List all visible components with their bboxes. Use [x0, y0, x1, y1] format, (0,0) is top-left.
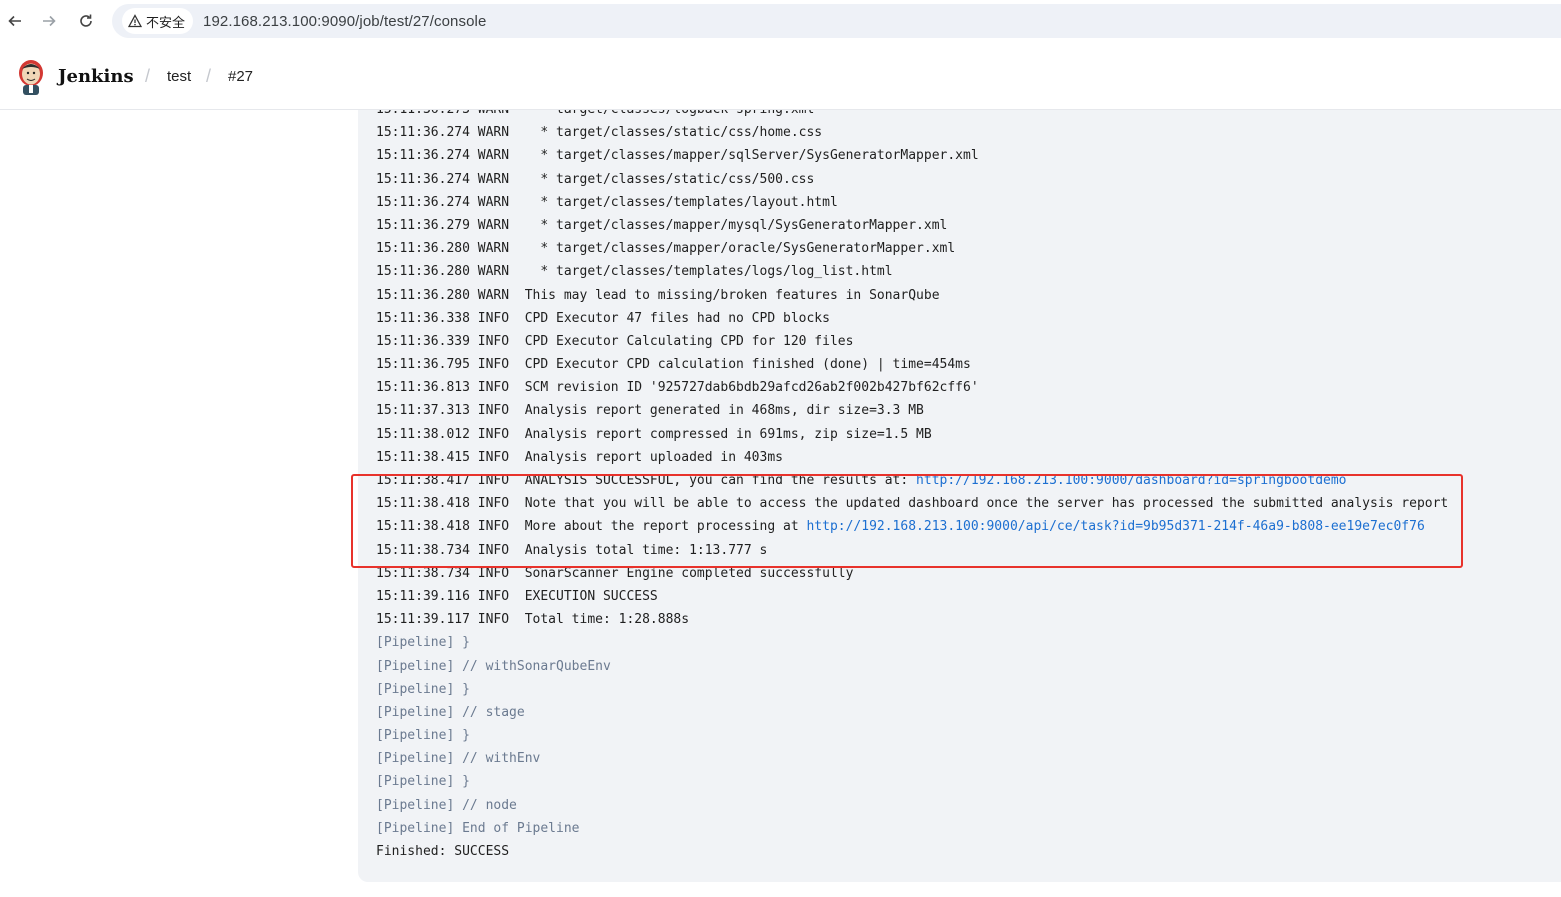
pipeline-line: [Pipeline] // withEnv	[376, 747, 1448, 770]
pipeline-line: [Pipeline] // node	[376, 794, 1448, 817]
pipeline-line: [Pipeline] }	[376, 631, 1448, 654]
log-line: 15:11:36.280 WARN * target/classes/mappe…	[376, 237, 1448, 260]
log-link[interactable]: http://192.168.213.100:9000/dashboard?id…	[916, 473, 1346, 488]
log-text: 15:11:36.279 WARN * target/classes/mappe…	[376, 217, 948, 233]
log-text: 15:11:38.012 INFO Analysis report compre…	[376, 426, 932, 442]
log-text: [Pipeline] // stage	[376, 704, 525, 720]
log-line: 15:11:38.415 INFO Analysis report upload…	[376, 446, 1448, 469]
log-text: 15:11:36.274 WARN * target/classes/templ…	[376, 194, 838, 210]
warning-icon	[128, 14, 142, 28]
log-line: 15:11:39.117 INFO Total time: 1:28.888s	[376, 608, 1448, 631]
log-line: 15:11:36.339 INFO CPD Executor Calculati…	[376, 330, 1448, 353]
log-link[interactable]: http://192.168.213.100:9000/api/ce/task?…	[806, 519, 1424, 534]
log-text: [Pipeline] // withEnv	[376, 751, 541, 767]
breadcrumb-separator: /	[206, 66, 212, 86]
brand-name[interactable]: Jenkins	[58, 66, 134, 87]
back-button[interactable]	[4, 10, 26, 32]
log-text: 15:11:38.418 INFO Note that you will be …	[376, 496, 1449, 512]
pipeline-line: [Pipeline] End of Pipeline	[376, 817, 1448, 840]
log-text: [Pipeline] // node	[376, 797, 517, 813]
log-line: 15:11:36.280 WARN This may lead to missi…	[376, 284, 1448, 307]
log-line: 15:11:36.273 WARN * target/classes/logba…	[376, 110, 1448, 121]
reload-button[interactable]	[75, 10, 97, 32]
log-text: 15:11:38.415 INFO Analysis report upload…	[376, 449, 783, 465]
pipeline-line: [Pipeline] // stage	[376, 701, 1448, 724]
pipeline-line: [Pipeline] }	[376, 770, 1448, 793]
log-line: 15:11:38.418 INFO Note that you will be …	[376, 492, 1448, 515]
arrow-right-icon	[43, 15, 56, 27]
arrow-left-icon	[8, 15, 21, 27]
log-line: 15:11:36.274 WARN * target/classes/mappe…	[376, 144, 1448, 167]
log-text: 15:11:36.339 INFO CPD Executor Calculati…	[376, 333, 854, 349]
log-text: [Pipeline] End of Pipeline	[376, 820, 580, 836]
log-text: 15:11:39.116 INFO EXECUTION SUCCESS	[376, 588, 658, 604]
log-line: 15:11:38.418 INFO More about the report …	[376, 515, 1448, 538]
address-bar[interactable]: 不安全 192.168.213.100:9090/job/test/27/con…	[112, 4, 1561, 38]
console-lines: 15:11:36.273 WARN * target/classes/logba…	[376, 110, 1448, 863]
log-text: Finished: SUCCESS	[376, 844, 510, 859]
breadcrumb-build[interactable]: #27	[228, 68, 253, 85]
log-text: [Pipeline] }	[376, 774, 470, 790]
log-text: 15:11:36.280 WARN * target/classes/templ…	[376, 264, 893, 280]
browser-toolbar: 不安全 192.168.213.100:9090/job/test/27/con…	[0, 0, 1561, 43]
log-line: 15:11:36.279 WARN * target/classes/mappe…	[376, 214, 1448, 237]
log-text: 15:11:36.273 WARN * target/classes/logba…	[376, 110, 814, 117]
log-line: 15:11:36.338 INFO CPD Executor 47 files …	[376, 307, 1448, 330]
log-text: 15:11:38.417 INFO ANALYSIS SUCCESSFUL, y…	[376, 473, 917, 488]
log-text: 15:11:36.338 INFO CPD Executor 47 files …	[376, 310, 830, 326]
log-text: 15:11:36.280 WARN * target/classes/mappe…	[376, 241, 956, 257]
log-text: 15:11:38.734 INFO Analysis total time: 1…	[376, 542, 768, 558]
pipeline-line: [Pipeline] }	[376, 724, 1448, 747]
log-text: 15:11:36.813 INFO SCM revision ID '92572…	[376, 380, 979, 396]
log-line: 15:11:38.734 INFO SonarScanner Engine co…	[376, 562, 1448, 585]
log-text: 15:11:39.117 INFO Total time: 1:28.888s	[376, 612, 690, 628]
log-text: 15:11:36.274 WARN * target/classes/stati…	[376, 125, 823, 141]
log-text: [Pipeline] // withSonarQubeEnv	[376, 658, 611, 674]
breadcrumb-separator: /	[145, 66, 151, 86]
breadcrumb-job[interactable]: test	[167, 68, 191, 85]
log-text: 15:11:36.280 WARN This may lead to missi…	[376, 287, 940, 303]
log-line: 15:11:36.795 INFO CPD Executor CPD calcu…	[376, 353, 1448, 376]
security-indicator[interactable]: 不安全	[122, 8, 194, 34]
log-line: 15:11:36.274 WARN * target/classes/templ…	[376, 191, 1448, 214]
log-text: 15:11:36.795 INFO CPD Executor CPD calcu…	[376, 357, 971, 373]
log-text: 15:11:37.313 INFO Analysis report genera…	[376, 403, 924, 419]
log-line: 15:11:36.813 INFO SCM revision ID '92572…	[376, 376, 1448, 399]
reload-icon	[80, 14, 92, 27]
log-text: 15:11:36.274 WARN * target/classes/stati…	[376, 171, 815, 187]
log-line: 15:11:36.280 WARN * target/classes/templ…	[376, 260, 1448, 283]
log-line: 15:11:38.734 INFO Analysis total time: 1…	[376, 539, 1448, 562]
log-line: Finished: SUCCESS	[376, 840, 1448, 863]
log-line: 15:11:36.274 WARN * target/classes/stati…	[376, 121, 1448, 144]
log-line: 15:11:38.417 INFO ANALYSIS SUCCESSFUL, y…	[376, 469, 1448, 492]
log-text: 15:11:38.418 INFO More about the report …	[376, 519, 807, 535]
security-label: 不安全	[146, 14, 186, 30]
pipeline-line: [Pipeline] }	[376, 678, 1448, 701]
pipeline-line: [Pipeline] // withSonarQubeEnv	[376, 655, 1448, 678]
log-line: 15:11:37.313 INFO Analysis report genera…	[376, 399, 1448, 422]
console-output: 15:11:36.273 WARN * target/classes/logba…	[358, 110, 1561, 882]
log-line: 15:11:39.116 INFO EXECUTION SUCCESS	[376, 585, 1448, 608]
log-text: [Pipeline] }	[376, 728, 470, 744]
log-text: [Pipeline] }	[376, 681, 470, 697]
url-text[interactable]: 192.168.213.100:9090/job/test/27/console	[203, 13, 486, 30]
forward-button[interactable]	[38, 10, 60, 32]
jenkins-logo-icon[interactable]	[16, 57, 46, 97]
log-line: 15:11:36.274 WARN * target/classes/stati…	[376, 168, 1448, 191]
log-text: [Pipeline] }	[376, 635, 470, 651]
log-text: 15:11:36.274 WARN * target/classes/mappe…	[376, 148, 979, 164]
log-line: 15:11:38.012 INFO Analysis report compre…	[376, 423, 1448, 446]
log-text: 15:11:38.734 INFO SonarScanner Engine co…	[376, 565, 854, 581]
jenkins-header: Jenkins / test / #27	[0, 44, 1561, 110]
